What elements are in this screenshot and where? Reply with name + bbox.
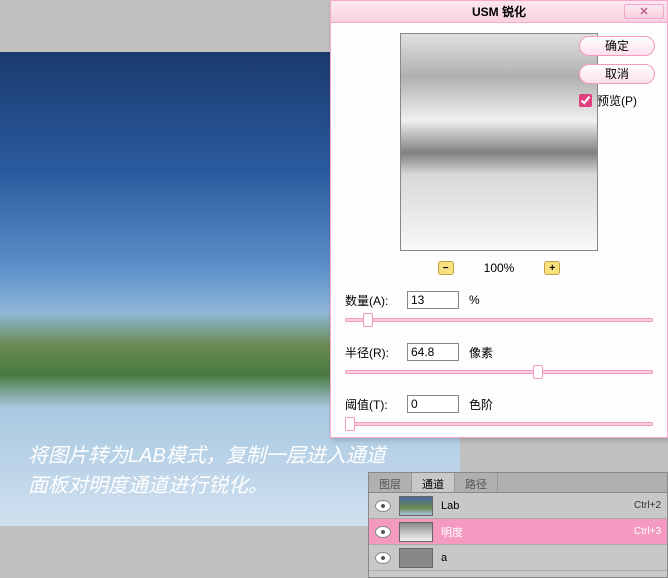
- channel-thumb: [399, 496, 433, 516]
- preview-checkbox[interactable]: [579, 94, 592, 107]
- radius-unit: 像素: [469, 344, 493, 361]
- preview-image[interactable]: [400, 33, 598, 251]
- channel-shortcut: Ctrl+3: [634, 526, 661, 537]
- dialog-title-text: USM 锐化: [472, 3, 526, 20]
- amount-label: 数量(A):: [345, 292, 401, 309]
- visibility-icon[interactable]: [375, 500, 391, 512]
- channel-row-lab[interactable]: Lab Ctrl+2: [369, 493, 667, 519]
- close-icon: ✕: [639, 5, 648, 18]
- radius-input[interactable]: [407, 343, 459, 361]
- amount-input[interactable]: [407, 291, 459, 309]
- tab-layers[interactable]: 图层: [369, 473, 412, 492]
- caption-line1: 将图片转为LAB模式，复制一层进入通道: [28, 441, 386, 471]
- channel-thumb: [399, 548, 433, 568]
- channels-panel: 图层 通道 路径 Lab Ctrl+2 明度 Ctrl+3 a: [368, 472, 668, 578]
- usm-sharpen-dialog: USM 锐化 ✕ − 100% + 确定 取消 预览(P) 数量(A): %: [330, 0, 668, 438]
- caption-line2: 面板对明度通道进行锐化。: [28, 471, 386, 501]
- threshold-input[interactable]: [407, 395, 459, 413]
- close-button[interactable]: ✕: [624, 4, 664, 19]
- channel-row-lightness[interactable]: 明度 Ctrl+3: [369, 519, 667, 545]
- zoom-percent: 100%: [484, 261, 515, 275]
- tab-paths[interactable]: 路径: [455, 473, 498, 492]
- ok-button[interactable]: 确定: [579, 36, 655, 56]
- cancel-button[interactable]: 取消: [579, 64, 655, 84]
- dialog-titlebar[interactable]: USM 锐化 ✕: [331, 1, 667, 23]
- visibility-icon[interactable]: [375, 526, 391, 538]
- radius-slider[interactable]: [345, 365, 653, 379]
- amount-slider[interactable]: [345, 313, 653, 327]
- radius-label: 半径(R):: [345, 344, 401, 361]
- threshold-unit: 色阶: [469, 396, 493, 413]
- visibility-icon[interactable]: [375, 552, 391, 564]
- tab-channels[interactable]: 通道: [412, 473, 455, 492]
- zoom-in-button[interactable]: +: [544, 261, 560, 275]
- channel-thumb: [399, 522, 433, 542]
- threshold-label: 阈值(T):: [345, 396, 401, 413]
- channel-name: a: [441, 552, 653, 564]
- zoom-out-button[interactable]: −: [438, 261, 454, 275]
- instruction-caption: 将图片转为LAB模式，复制一层进入通道 面板对明度通道进行锐化。: [28, 441, 386, 501]
- channel-name: Lab: [441, 500, 626, 512]
- threshold-slider[interactable]: [345, 417, 653, 431]
- channel-row-a[interactable]: a: [369, 545, 667, 571]
- channel-shortcut: Ctrl+2: [634, 500, 661, 511]
- channel-name: 明度: [441, 524, 626, 540]
- amount-unit: %: [469, 293, 480, 307]
- preview-checkbox-label: 预览(P): [597, 92, 637, 109]
